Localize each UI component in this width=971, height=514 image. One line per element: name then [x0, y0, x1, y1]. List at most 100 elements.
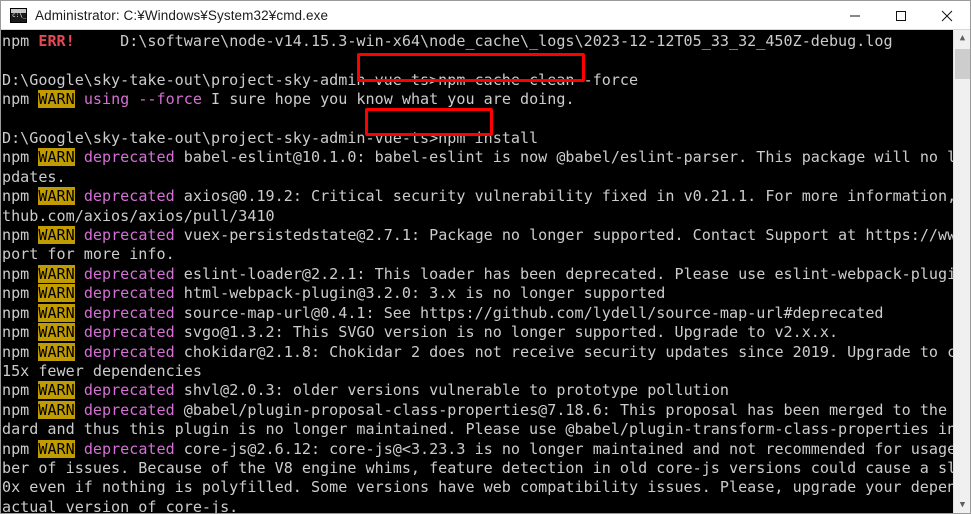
scrollbar-track[interactable] — [954, 47, 970, 497]
console-text: npm — [2, 187, 39, 206]
console-text: shvl@2.0.3: older versions vulnerable to… — [174, 381, 730, 400]
console-text: core-js@2.6.12: core-js@<3.23.3 is no lo… — [183, 439, 953, 458]
console-text: I sure hope you know what you are doing. — [201, 90, 575, 109]
console-text: actual version of core-js. — [2, 497, 239, 514]
console-text: D:\software\node-v14.15.3-win-x64\node_c… — [74, 32, 893, 50]
deprecated-label: deprecated — [83, 187, 175, 206]
deprecated-label: deprecated — [83, 284, 175, 303]
console-line: dard and thus this plugin is no longer m… — [2, 420, 953, 439]
console-line: npm WARN deprecated core-js@2.6.12: core… — [2, 439, 953, 459]
console-line: npm WARN deprecated @babel/plugin-propos… — [2, 400, 953, 420]
console-text: 0x even if nothing is polyfilled. Some v… — [2, 478, 953, 497]
console-text: source-map-url@0.4.1: See https://github… — [174, 303, 884, 322]
warn-badge: WARN — [38, 303, 75, 322]
scroll-down-icon[interactable]: ▼ — [954, 497, 970, 513]
console-text: chokidar@2.1.8: Chokidar 2 does not rece… — [183, 342, 953, 361]
console-line: D:\Google\sky-take-out\project-sky-admin… — [2, 71, 953, 90]
console-line: 15x fewer dependencies — [2, 362, 953, 381]
console-text: npm — [2, 284, 39, 303]
close-button[interactable] — [924, 1, 970, 30]
console-line: npm WARN deprecated babel-eslint@10.1.0:… — [2, 148, 953, 167]
deprecated-label: deprecated — [83, 148, 175, 167]
scrollbar-thumb[interactable] — [955, 49, 970, 79]
window-controls — [832, 1, 970, 30]
deprecated-label: deprecated — [83, 342, 175, 361]
console-line: npm WARN deprecated eslint-loader@2.2.1:… — [2, 264, 953, 284]
console-line: npm WARN deprecated vuex-persistedstate@… — [2, 226, 953, 245]
console-line: npm WARN deprecated svgo@1.3.2: This SVG… — [2, 323, 953, 342]
console-text: npm — [2, 148, 39, 167]
cmd-window: Administrator: C:¥Windows¥System32¥cmd.e… — [0, 0, 971, 514]
console-line: ber of issues. Because of the V8 engine … — [2, 459, 953, 478]
deprecated-label: using --force — [83, 90, 202, 109]
console-line: npm WARN deprecated html-webpack-plugin@… — [2, 284, 953, 303]
deprecated-label: deprecated — [83, 439, 175, 458]
console-line: actual version of core-js. — [2, 497, 953, 514]
console-text: D:\Google\sky-take-out\project-sky-admin… — [2, 70, 639, 89]
window-title: Administrator: C:¥Windows¥System32¥cmd.e… — [35, 7, 329, 23]
console-text: svgo@1.3.2: This SVGO version is no long… — [174, 323, 839, 342]
console-text: npm — [2, 264, 39, 283]
console-text: port for more info. — [2, 245, 175, 264]
minimize-button[interactable] — [832, 1, 878, 30]
warn-badge: WARN — [38, 264, 75, 283]
deprecated-label: deprecated — [83, 400, 175, 419]
scroll-up-icon[interactable]: ▲ — [954, 30, 970, 47]
warn-badge: WARN — [38, 400, 75, 419]
warn-badge: WARN — [38, 284, 75, 303]
warn-badge: WARN — [38, 439, 75, 458]
console-text: npm — [2, 323, 39, 342]
console-text: html-webpack-plugin@3.2.0: 3.x is no lon… — [174, 284, 666, 303]
deprecated-label: deprecated — [83, 323, 175, 342]
console-text: npm — [2, 303, 39, 322]
console-line: npm WARN deprecated axios@0.19.2: Critic… — [2, 187, 953, 206]
console-text: axios@0.19.2: Critical security vulnerab… — [183, 187, 953, 206]
warn-badge: WARN — [38, 342, 75, 361]
console-text: dard and thus this plugin is no longer m… — [2, 420, 953, 439]
console-text: npm — [2, 32, 39, 50]
console-line: npm WARN deprecated shvl@2.0.3: older ve… — [2, 381, 953, 400]
minimize-icon — [850, 15, 860, 16]
console-text: D:\Google\sky-take-out\project-sky-admin… — [2, 129, 539, 148]
console-text: pdates. — [2, 167, 66, 186]
console-line: npm ERR! D:\software\node-v14.15.3-win-x… — [2, 32, 953, 51]
console-output[interactable]: npm ERR! D:\software\node-v14.15.3-win-x… — [1, 30, 953, 514]
deprecated-label: deprecated — [83, 381, 175, 400]
console-line: D:\Google\sky-take-out\project-sky-admin… — [2, 129, 953, 148]
error-badge: ERR! — [38, 32, 75, 50]
maximize-button[interactable] — [878, 1, 924, 30]
vertical-scrollbar[interactable]: ▲ ▼ — [953, 30, 970, 513]
warn-badge: WARN — [38, 187, 75, 206]
cmd-icon — [10, 7, 27, 23]
warn-badge: WARN — [38, 148, 75, 167]
deprecated-label: deprecated — [83, 226, 175, 245]
console-text: ber of issues. Because of the V8 engine … — [2, 458, 953, 477]
console-line: pdates. — [2, 168, 953, 187]
console-text: thub.com/axios/axios/pull/3410 — [2, 206, 275, 225]
title-bar[interactable]: Administrator: C:¥Windows¥System32¥cmd.e… — [1, 1, 970, 30]
console-text: npm — [2, 90, 39, 109]
maximize-icon — [896, 10, 906, 21]
deprecated-label: deprecated — [83, 303, 175, 322]
console-line: 0x even if nothing is polyfilled. Some v… — [2, 478, 953, 497]
warn-badge: WARN — [38, 323, 75, 342]
console-line: npm WARN deprecated source-map-url@0.4.1… — [2, 303, 953, 323]
console-text: npm — [2, 400, 39, 419]
console-text: babel-eslint@10.1.0: babel-eslint is now… — [183, 148, 953, 167]
console-text: vuex-persistedstate@2.7.1: Package no lo… — [183, 226, 953, 245]
console-text: @babel/plugin-proposal-class-properties@… — [183, 400, 948, 419]
console-text: npm — [2, 342, 39, 361]
